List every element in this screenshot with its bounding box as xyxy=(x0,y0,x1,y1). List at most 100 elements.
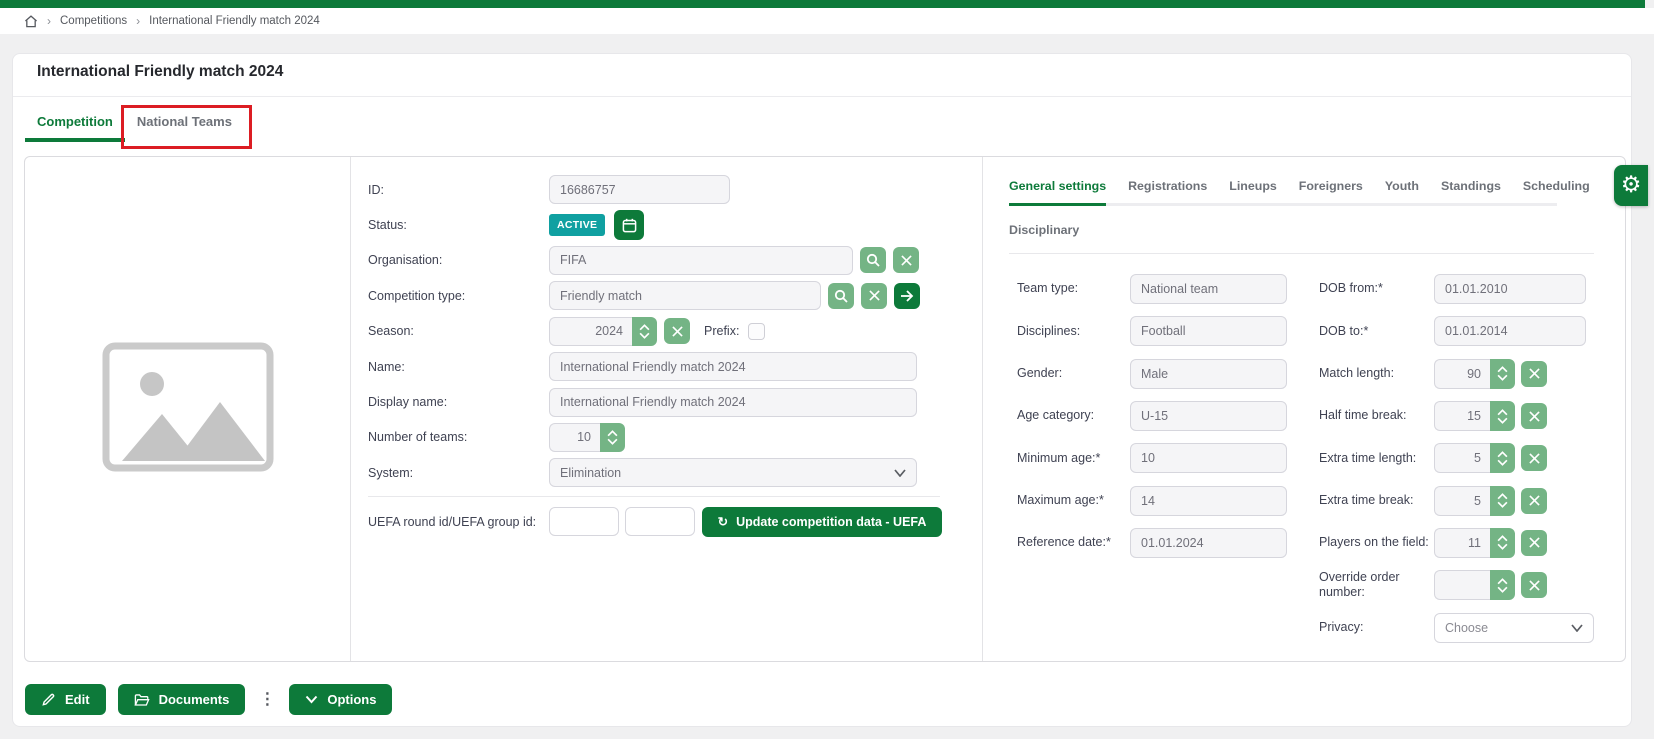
tab-general-settings[interactable]: General settings xyxy=(1009,179,1106,206)
edit-button[interactable]: Edit xyxy=(25,684,106,715)
number-of-teams-stepper[interactable] xyxy=(600,423,625,452)
form-divider xyxy=(368,496,940,497)
match-length-stepper[interactable] xyxy=(1490,359,1515,389)
tab-scheduling[interactable]: Scheduling xyxy=(1523,179,1590,206)
tab-standings[interactable]: Standings xyxy=(1441,179,1501,206)
x-icon xyxy=(672,326,683,337)
tab-national-teams[interactable]: National Teams xyxy=(125,104,244,142)
breadcrumb-competitions[interactable]: Competitions xyxy=(60,15,127,27)
override-order-number-clear-button[interactable] xyxy=(1521,572,1547,598)
uefa-group-id-input[interactable] xyxy=(625,507,695,536)
chevron-down-icon xyxy=(305,695,318,704)
number-of-teams-input[interactable] xyxy=(549,423,600,452)
disciplines-input[interactable] xyxy=(1130,316,1287,346)
competition-type-input[interactable] xyxy=(549,281,821,310)
action-footer: Edit Documents ⋮ Options xyxy=(25,684,392,715)
page-title: International Friendly match 2024 xyxy=(37,63,283,81)
dob-to-input[interactable] xyxy=(1434,316,1586,346)
gender-input[interactable] xyxy=(1130,359,1287,389)
override-order-number-input[interactable] xyxy=(1434,570,1490,600)
form-row-system: System: Elimination xyxy=(368,455,982,490)
settings-left-column: Team type: Disciplines: Gender: Age cate… xyxy=(1017,268,1287,564)
display-name-input[interactable] xyxy=(549,388,917,417)
season-stepper[interactable] xyxy=(632,317,657,346)
competition-type-clear-button[interactable] xyxy=(861,283,887,309)
chevron-up-icon xyxy=(1497,578,1508,585)
chevron-up-icon xyxy=(639,324,650,331)
chevron-up-icon xyxy=(1497,366,1508,373)
gender-label: Gender: xyxy=(1017,366,1130,382)
update-competition-data-uefa-button[interactable]: ↻ Update competition data - UEFA xyxy=(702,507,942,537)
chevron-up-icon xyxy=(1497,493,1508,500)
tab-foreigners[interactable]: Foreigners xyxy=(1299,179,1363,206)
extra-time-break-clear-button[interactable] xyxy=(1521,488,1547,514)
settings-gear-button[interactable]: ⚙ xyxy=(1614,165,1648,206)
breadcrumb-current: International Friendly match 2024 xyxy=(149,15,320,27)
main-tabs: Competition National Teams xyxy=(25,104,244,142)
extra-time-length-input[interactable] xyxy=(1434,443,1490,473)
documents-button-label: Documents xyxy=(159,692,230,707)
options-button[interactable]: Options xyxy=(289,684,392,715)
reference-date-input[interactable] xyxy=(1130,528,1287,558)
dob-from-input[interactable] xyxy=(1434,274,1586,304)
override-order-number-label: Override order number: xyxy=(1319,570,1434,601)
breadcrumb-separator: › xyxy=(47,14,51,28)
tab-registrations[interactable]: Registrations xyxy=(1128,179,1207,206)
players-on-field-input[interactable] xyxy=(1434,528,1490,558)
extra-time-length-stepper[interactable] xyxy=(1490,443,1515,473)
competition-type-goto-button[interactable] xyxy=(894,283,920,309)
minimum-age-input[interactable] xyxy=(1130,443,1287,473)
dob-to-label: DOB to:* xyxy=(1319,324,1434,340)
age-category-input[interactable] xyxy=(1130,401,1287,431)
form-row-status: Status: ACTIVE xyxy=(368,207,982,242)
players-on-field-clear-button[interactable] xyxy=(1521,530,1547,556)
title-divider xyxy=(13,96,1631,97)
folder-open-icon xyxy=(134,693,150,707)
maximum-age-input[interactable] xyxy=(1130,486,1287,516)
uefa-round-id-input[interactable] xyxy=(549,507,619,536)
tab-youth[interactable]: Youth xyxy=(1385,179,1419,206)
half-time-break-input[interactable] xyxy=(1434,401,1490,431)
home-icon[interactable] xyxy=(24,15,38,28)
x-icon xyxy=(869,290,880,301)
name-input[interactable] xyxy=(549,352,917,381)
season-clear-button[interactable] xyxy=(664,318,690,344)
organisation-search-button[interactable] xyxy=(860,247,886,273)
half-time-break-stepper[interactable] xyxy=(1490,401,1515,431)
competition-type-search-button[interactable] xyxy=(828,283,854,309)
extra-time-break-stepper[interactable] xyxy=(1490,486,1515,516)
chevron-down-icon xyxy=(1497,417,1508,424)
players-on-field-stepper[interactable] xyxy=(1490,528,1515,558)
id-input[interactable] xyxy=(549,175,730,204)
extra-time-break-input[interactable] xyxy=(1434,486,1490,516)
competition-type-label: Competition type: xyxy=(368,289,549,303)
top-accent-bar xyxy=(0,0,1645,8)
kebab-menu-icon[interactable]: ⋮ xyxy=(257,692,277,708)
half-time-break-label: Half time break: xyxy=(1319,408,1434,424)
extra-time-length-clear-button[interactable] xyxy=(1521,445,1547,471)
maximum-age-label: Maximum age:* xyxy=(1017,493,1130,509)
team-type-input[interactable] xyxy=(1130,274,1287,304)
system-select[interactable]: Elimination xyxy=(549,458,917,487)
status-badge: ACTIVE xyxy=(549,214,605,236)
organisation-clear-button[interactable] xyxy=(893,247,919,273)
competition-card: International Friendly match 2024 Compet… xyxy=(12,53,1632,727)
season-input[interactable] xyxy=(549,317,632,346)
tab-lineups[interactable]: Lineups xyxy=(1229,179,1277,206)
match-length-input[interactable] xyxy=(1434,359,1490,389)
chevron-down-icon xyxy=(1497,459,1508,466)
status-history-button[interactable] xyxy=(614,210,644,240)
reference-date-label: Reference date:* xyxy=(1017,535,1130,551)
override-order-number-stepper[interactable] xyxy=(1490,570,1515,600)
organisation-input[interactable] xyxy=(549,246,853,275)
edit-button-label: Edit xyxy=(65,692,90,707)
x-icon xyxy=(1529,537,1540,548)
documents-button[interactable]: Documents xyxy=(118,684,246,715)
match-length-clear-button[interactable] xyxy=(1521,361,1547,387)
prefix-checkbox[interactable] xyxy=(748,323,765,340)
settings-right-column: DOB from:* DOB to:* Match length: Half t… xyxy=(1319,268,1594,649)
tab-competition[interactable]: Competition xyxy=(25,104,125,142)
x-icon xyxy=(1529,411,1540,422)
half-time-break-clear-button[interactable] xyxy=(1521,403,1547,429)
privacy-select[interactable]: Choose xyxy=(1434,613,1594,643)
